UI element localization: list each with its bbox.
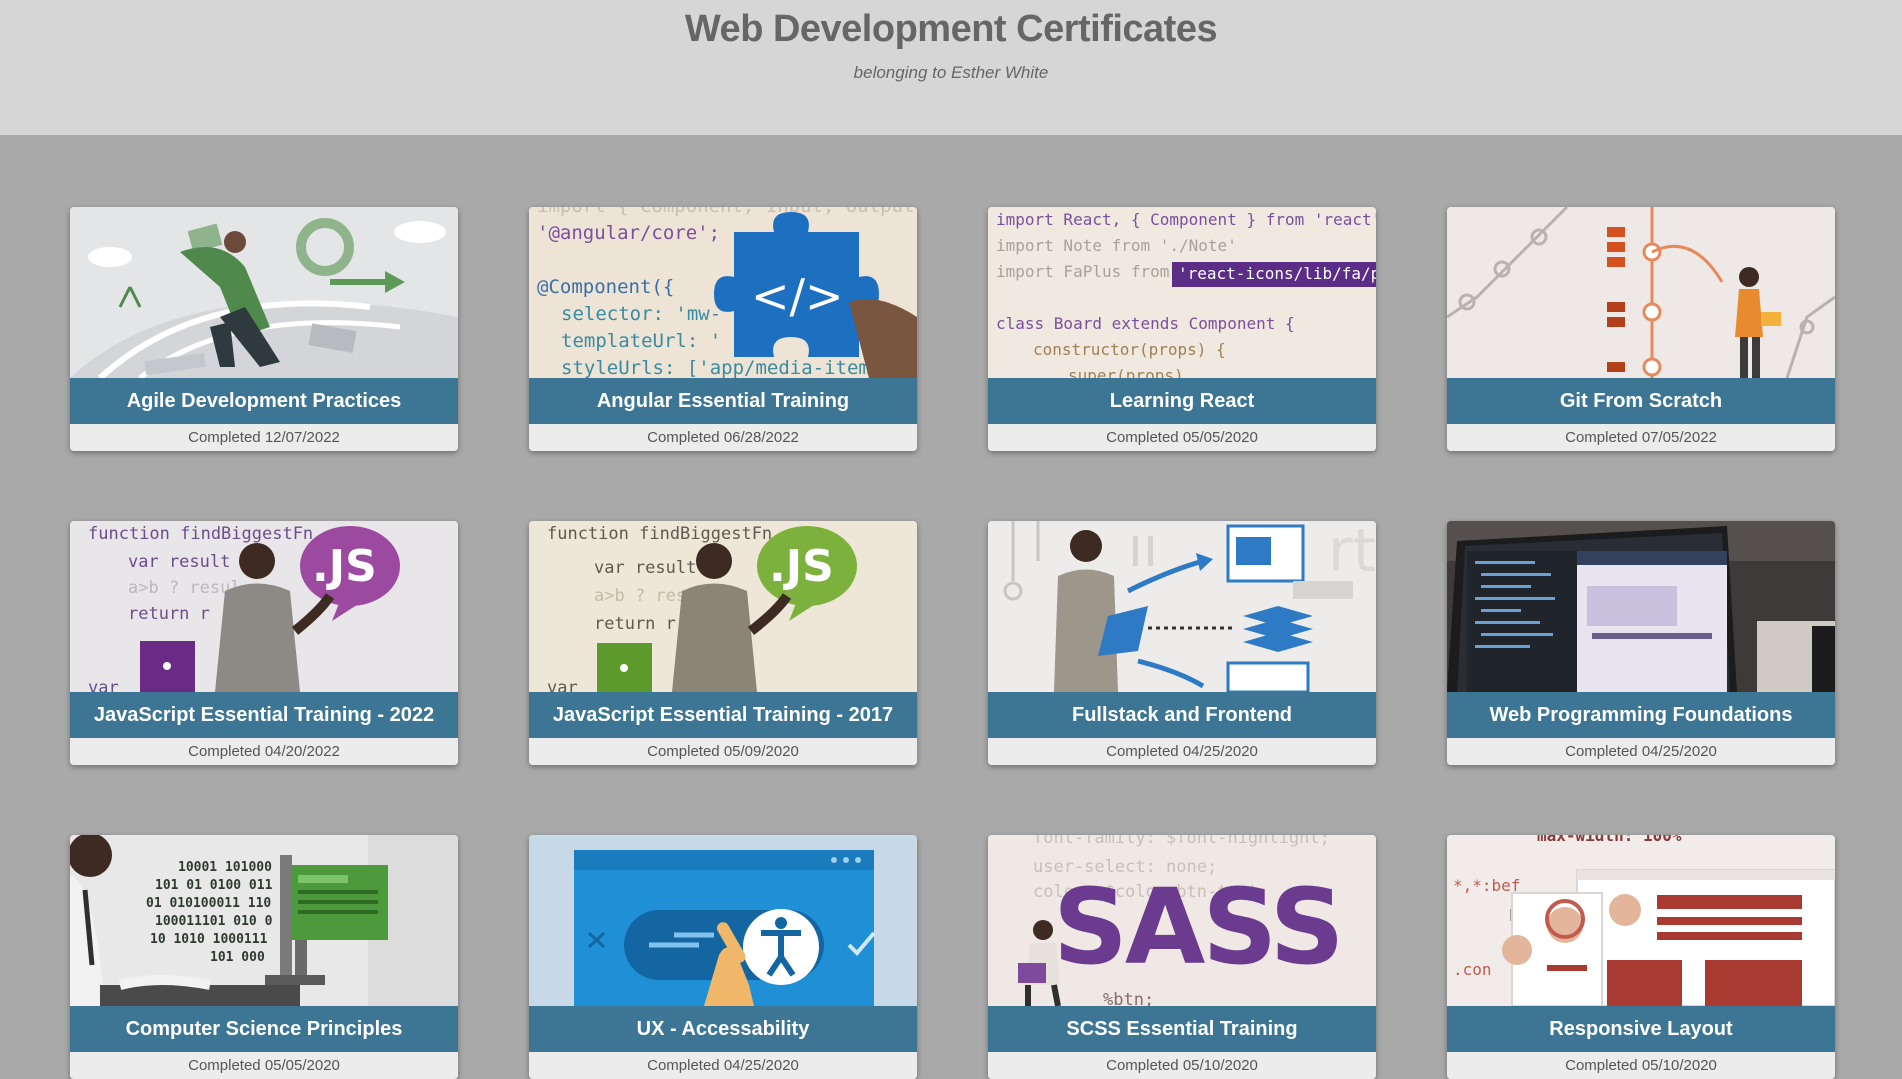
completion-date: Completed 04/25/2020 [529, 1052, 917, 1079]
certificate-title: SCSS Essential Training [988, 1006, 1376, 1052]
code-line: function findBiggestFn [547, 524, 772, 544]
responsive-layout-illustration: max-width: 100% *,*:bef box .con [1447, 835, 1835, 1006]
page-subtitle: belonging to Esther White [853, 63, 1049, 82]
code-line: 101 01 0100 011 1 [155, 878, 288, 893]
code-line: return r [594, 614, 676, 634]
js-bubble-label: .JS [769, 541, 834, 592]
certificate-title: JavaScript Essential Training - 2022 [70, 692, 458, 738]
certificate-card-react[interactable]: import React, { Component } from 'react'… [988, 207, 1376, 451]
agile-illustration [70, 207, 458, 378]
certificate-title: JavaScript Essential Training - 2017 [529, 692, 917, 738]
certificate-card-cs-principles[interactable]: 10001 101000 101 01 0100 011 1 01 010100… [70, 835, 458, 1079]
laptop-photo [1447, 521, 1835, 692]
code-line: 101 000 [210, 950, 265, 965]
code-line: var result [594, 558, 696, 578]
code-line: 'react-icons/lib/fa/p [1178, 264, 1376, 283]
code-line: var [547, 678, 578, 692]
code-line: 100011101 010 0 [155, 914, 273, 929]
code-line: 10 1010 1000111 [150, 932, 268, 947]
completion-date: Completed 05/10/2020 [988, 1052, 1376, 1079]
code-line: *,*:bef [1453, 876, 1520, 895]
certificate-title: Agile Development Practices [70, 378, 458, 424]
git-branch-illustration [1447, 207, 1835, 378]
certificate-card-responsive[interactable]: max-width: 100% *,*:bef box .con [1447, 835, 1835, 1079]
page-header: Web Development Certificates belonging t… [0, 0, 1902, 135]
certificate-card-scss[interactable]: font-family: $font-highlight; user-selec… [988, 835, 1376, 1079]
certificate-title: Angular Essential Training [529, 378, 917, 424]
code-line: import Note from './Note' [996, 236, 1237, 255]
certificate-title: UX - Accessability [529, 1006, 917, 1052]
completion-date: Completed 05/05/2020 [70, 1052, 458, 1079]
certificate-card-angular[interactable]: import { Component, Input, Output '@angu… [529, 207, 917, 451]
code-line: return r [128, 604, 210, 624]
completion-date: Completed 05/10/2020 [1447, 1052, 1835, 1079]
binary-computer-illustration: 10001 101000 101 01 0100 011 1 01 010100… [70, 835, 458, 1006]
page-title: Web Development Certificates [684, 8, 1218, 50]
certificate-title: Git From Scratch [1447, 378, 1835, 424]
certificate-title: Computer Science Principles [70, 1006, 458, 1052]
angular-puzzle-illustration: import { Component, Input, Output '@angu… [529, 207, 917, 378]
certificate-card-fullstack[interactable]: rt Fullstack and Frontend Completed 04/2… [988, 521, 1376, 765]
completion-date: Completed 12/07/2022 [70, 424, 458, 451]
sass-logo-text: SASS [1053, 866, 1342, 988]
certificate-title: Learning React [988, 378, 1376, 424]
completion-date: Completed 06/28/2022 [529, 424, 917, 451]
code-line: .con [1453, 960, 1492, 979]
code-line: super(props) [1068, 366, 1184, 378]
completion-date: Completed 04/20/2022 [70, 738, 458, 765]
certificate-card-web-programming[interactable]: Web Programming Foundations Completed 04… [1447, 521, 1835, 765]
code-line: 10001 101000 [178, 860, 272, 875]
code-line: @Component({ [537, 276, 674, 298]
code-line: function findBiggestFn [88, 524, 313, 544]
code-line: '@angular/core'; [537, 222, 720, 244]
svg-text:rt: rt [1328, 521, 1376, 586]
certificate-title: Responsive Layout [1447, 1006, 1835, 1052]
completion-date: Completed 04/25/2020 [1447, 738, 1835, 765]
completion-date: Completed 04/25/2020 [988, 738, 1376, 765]
code-line: font-family: $font-highlight; [1033, 835, 1330, 848]
completion-date: Completed 05/09/2020 [529, 738, 917, 765]
code-line: constructor(props) { [1033, 340, 1226, 359]
code-line: selector: 'mw- [561, 303, 721, 325]
completion-date: Completed 05/05/2020 [988, 424, 1376, 451]
code-line: import React, { Component } from 'react' [996, 210, 1376, 229]
code-line: %btn; [1103, 990, 1154, 1006]
code-line: import FaPlus from [996, 262, 1169, 281]
code-line: templateUrl: ' [561, 330, 721, 352]
code-line: max-width: 100% [1537, 835, 1682, 845]
certificate-title: Fullstack and Frontend [988, 692, 1376, 738]
accessibility-illustration [529, 835, 917, 1006]
javascript-green-illustration: function findBiggestFn var result a>b ? … [529, 521, 917, 692]
certificate-card-ux-accessability[interactable]: UX - Accessability Completed 04/25/2020 [529, 835, 917, 1079]
code-line: class Board extends Component { [996, 314, 1295, 333]
react-code-illustration: import React, { Component } from 'react'… [988, 207, 1376, 378]
javascript-purple-illustration: function findBiggestFn var result a>b ? … [70, 521, 458, 692]
code-line: var result [128, 552, 230, 572]
svg-text:</>: </> [751, 269, 844, 323]
code-line: 01 010100011 110 [146, 896, 271, 911]
certificate-grid: Agile Development Practices Completed 12… [70, 207, 1835, 1079]
code-line: var [88, 678, 119, 692]
certificate-card-git[interactable]: Git From Scratch Completed 07/05/2022 [1447, 207, 1835, 451]
completion-date: Completed 07/05/2022 [1447, 424, 1835, 451]
sass-illustration: font-family: $font-highlight; user-selec… [988, 835, 1376, 1006]
code-line: import { Component, Input, Output [537, 207, 915, 217]
certificate-card-javascript-2022[interactable]: function findBiggestFn var result a>b ? … [70, 521, 458, 765]
code-line: a>b ? resul [128, 578, 241, 598]
js-bubble-label: .JS [312, 541, 377, 592]
fullstack-illustration: rt [988, 521, 1376, 692]
certificate-title: Web Programming Foundations [1447, 692, 1835, 738]
code-line: styleUrls: ['app/media-item.co [561, 357, 904, 378]
certificate-card-javascript-2017[interactable]: function findBiggestFn var result a>b ? … [529, 521, 917, 765]
certificate-card-agile[interactable]: Agile Development Practices Completed 12… [70, 207, 458, 451]
